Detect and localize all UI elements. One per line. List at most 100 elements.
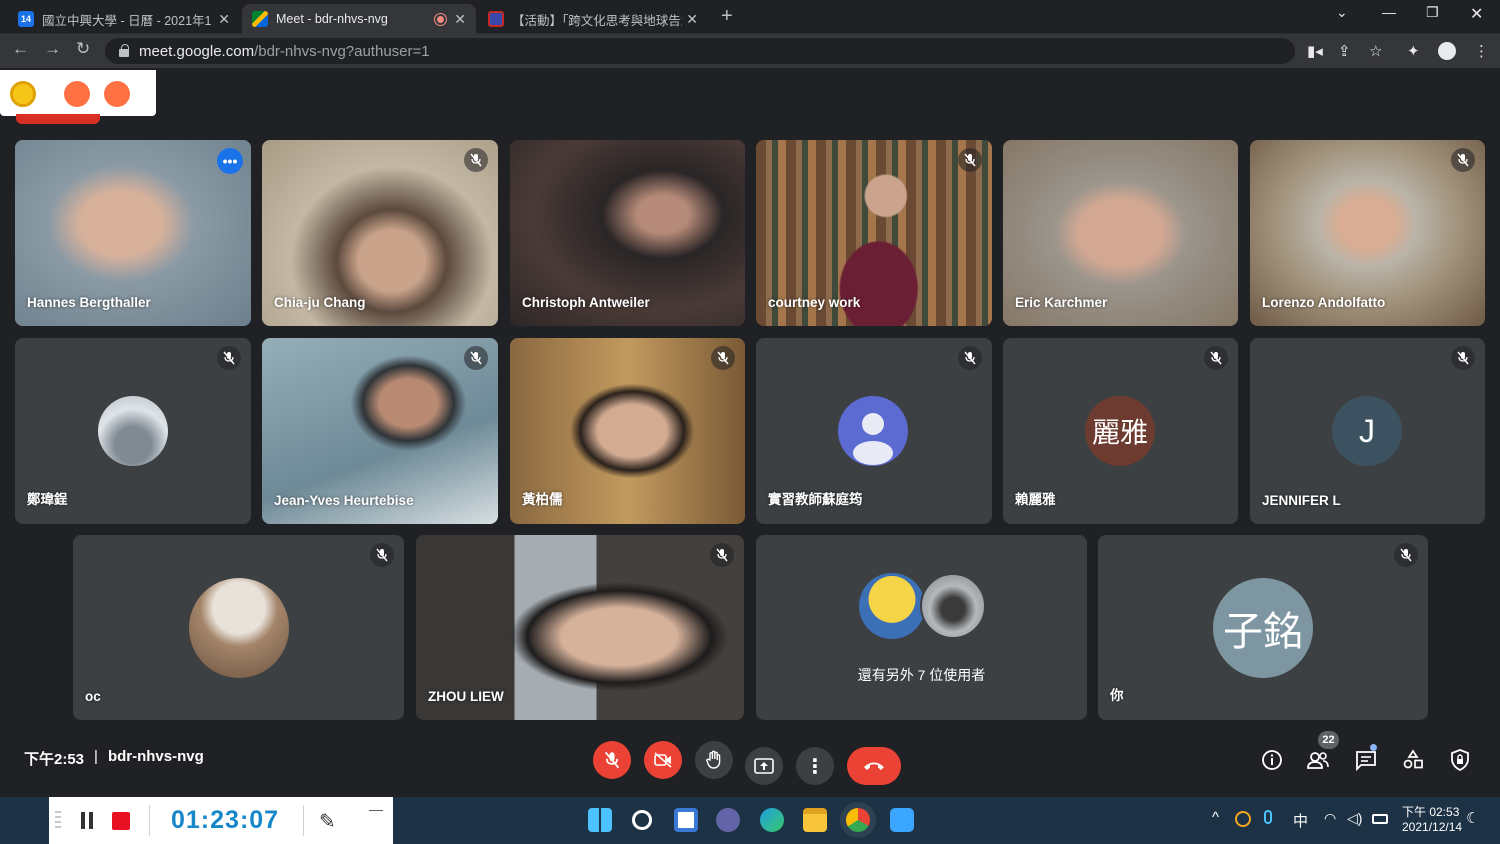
tab-calendar[interactable]: 14 國立中興大學 - 日曆 - 2021年12 ✕: [8, 4, 240, 34]
others-tile[interactable]: 還有另外 7 位使用者: [756, 535, 1087, 720]
profile-avatar-icon[interactable]: [1438, 42, 1456, 60]
participant-name: Hannes Bergthaller: [27, 295, 151, 310]
start-windows-icon[interactable]: [588, 808, 612, 832]
activities-icon[interactable]: [1401, 748, 1425, 772]
system-clock[interactable]: 下午 02:53 2021/12/14: [1402, 805, 1462, 835]
file-explorer-icon[interactable]: [803, 808, 827, 832]
wifi-icon[interactable]: ◠: [1324, 810, 1336, 827]
extension-toolbar-popup: [0, 70, 156, 124]
participant-tile[interactable]: J JENNIFER L: [1250, 338, 1485, 524]
tab-search-chevron-icon[interactable]: ⌄: [1336, 4, 1348, 21]
reload-icon[interactable]: ↻: [76, 39, 90, 59]
participant-name: 實習教師蘇庭筠: [768, 492, 863, 507]
camera-toggle-button[interactable]: [644, 741, 682, 779]
tab-title: Meet - bdr-nhvs-nvg: [276, 12, 388, 26]
chrome-icon[interactable]: [846, 808, 870, 832]
present-screen-button[interactable]: [745, 747, 783, 785]
participant-tile[interactable]: ••• Hannes Bergthaller: [15, 140, 251, 326]
tab-meet[interactable]: Meet - bdr-nhvs-nvg ✕: [242, 4, 476, 34]
participant-tile[interactable]: 實習教師蘇庭筠: [756, 338, 992, 524]
microphone-icon[interactable]: [1264, 810, 1272, 824]
stop-icon[interactable]: [112, 812, 130, 830]
chat-notification-dot: [1370, 744, 1377, 751]
camera-off-icon: [654, 752, 672, 768]
screen-recorder-icon[interactable]: [890, 808, 914, 832]
participant-tile[interactable]: Chia-ju Chang: [262, 140, 498, 326]
info-separator: |: [94, 748, 98, 765]
participant-tile[interactable]: 麗雅 賴麗雅: [1003, 338, 1238, 524]
extensions-puzzle-icon[interactable]: ✦: [1407, 42, 1420, 60]
participant-tile[interactable]: Jean-Yves Heurtebise: [262, 338, 498, 524]
raise-hand-button[interactable]: [695, 741, 733, 779]
more-options-button[interactable]: ⋮: [796, 747, 834, 785]
mic-muted-icon: [1451, 346, 1475, 370]
default-person-icon: [853, 413, 893, 465]
participant-tile[interactable]: Eric Karchmer: [1003, 140, 1238, 326]
sync-icon[interactable]: [1235, 811, 1251, 827]
task-view-icon[interactable]: [674, 808, 698, 832]
drag-handle-icon[interactable]: [55, 811, 61, 829]
battery-icon[interactable]: [1372, 814, 1388, 824]
extension-star-icon[interactable]: [104, 81, 130, 107]
edge-browser-icon[interactable]: [760, 808, 784, 832]
minimize-icon[interactable]: —: [1382, 4, 1396, 20]
participant-avatar: [189, 578, 289, 678]
tab-event[interactable]: 【活動】「跨文化思考與地球告急 ✕: [478, 4, 708, 34]
close-window-icon[interactable]: ✕: [1470, 4, 1483, 24]
url-path: /bdr-nhvs-nvg?authuser=1: [254, 42, 430, 60]
address-bar-row: ← → ↻ meet.google.com/bdr-nhvs-nvg?authu…: [0, 34, 1500, 68]
participant-tile[interactable]: ZHOU LIEW: [416, 535, 744, 720]
share-icon[interactable]: ⇪: [1338, 42, 1351, 60]
participant-avatar: [859, 573, 925, 639]
hand-icon: [706, 750, 721, 769]
restore-icon[interactable]: ❐: [1426, 4, 1439, 21]
chat-icon[interactable]: [1354, 748, 1378, 772]
clock-time: 下午 02:53: [1402, 805, 1460, 819]
participant-name: Lorenzo Andolfatto: [1262, 295, 1386, 310]
more-options-icon[interactable]: •••: [217, 148, 243, 174]
participant-avatar: J: [1332, 396, 1402, 466]
forward-icon[interactable]: →: [44, 39, 61, 59]
mic-toggle-button[interactable]: [593, 741, 631, 779]
participant-tile[interactable]: Christoph Antweiler: [510, 140, 745, 326]
extension-badge-icon[interactable]: [10, 81, 36, 107]
chrome-menu-icon[interactable]: ⋮: [1474, 42, 1489, 60]
close-tab-icon[interactable]: ✕: [218, 11, 230, 28]
mic-muted-icon: [1451, 148, 1475, 172]
participant-tile[interactable]: Lorenzo Andolfatto: [1250, 140, 1485, 326]
mic-muted-icon: [958, 346, 982, 370]
more-vert-icon: ⋮: [805, 755, 825, 778]
tab-title: 國立中興大學 - 日曆 - 2021年12: [42, 13, 212, 28]
close-tab-icon[interactable]: ✕: [454, 11, 466, 28]
screen-recorder-widget: 01:23:07 ✎ —: [49, 797, 393, 844]
input-method-indicator[interactable]: 中: [1293, 810, 1308, 831]
participant-tile[interactable]: 黃柏儒: [510, 338, 745, 524]
new-tab-icon[interactable]: +: [721, 5, 733, 28]
notifications-moon-icon[interactable]: ☾: [1466, 809, 1479, 827]
host-controls-icon[interactable]: [1448, 748, 1472, 772]
camera-in-use-icon[interactable]: ▮◂: [1307, 42, 1323, 60]
extension-drive-icon[interactable]: [64, 81, 90, 107]
mic-muted-icon: [370, 543, 394, 567]
people-icon[interactable]: [1306, 748, 1330, 772]
search-icon[interactable]: [632, 810, 652, 830]
participant-tile[interactable]: courtney work: [756, 140, 992, 326]
leave-call-button[interactable]: [847, 747, 901, 785]
pen-draw-icon[interactable]: ✎: [319, 809, 336, 834]
bookmark-star-icon[interactable]: ☆: [1369, 42, 1382, 60]
chat-teams-icon[interactable]: [716, 808, 740, 832]
participant-tile[interactable]: 鄭瑋鋥: [15, 338, 251, 524]
hidden-icons-chevron-icon[interactable]: ^: [1212, 809, 1219, 826]
event-favicon-icon: [488, 11, 504, 27]
close-tab-icon[interactable]: ✕: [686, 11, 698, 28]
participant-avatar: [838, 396, 908, 466]
pause-icon[interactable]: [81, 812, 93, 829]
volume-icon[interactable]: ◁): [1347, 810, 1362, 827]
back-icon[interactable]: ←: [12, 39, 29, 59]
self-tile[interactable]: 子銘 你: [1098, 535, 1428, 720]
hang-up-icon: [864, 762, 884, 770]
meeting-details-icon[interactable]: [1260, 748, 1284, 772]
minimize-widget-icon[interactable]: —: [369, 801, 383, 817]
participant-tile[interactable]: oc: [73, 535, 404, 720]
url-omnibox[interactable]: meet.google.com/bdr-nhvs-nvg?authuser=1: [105, 38, 1295, 64]
